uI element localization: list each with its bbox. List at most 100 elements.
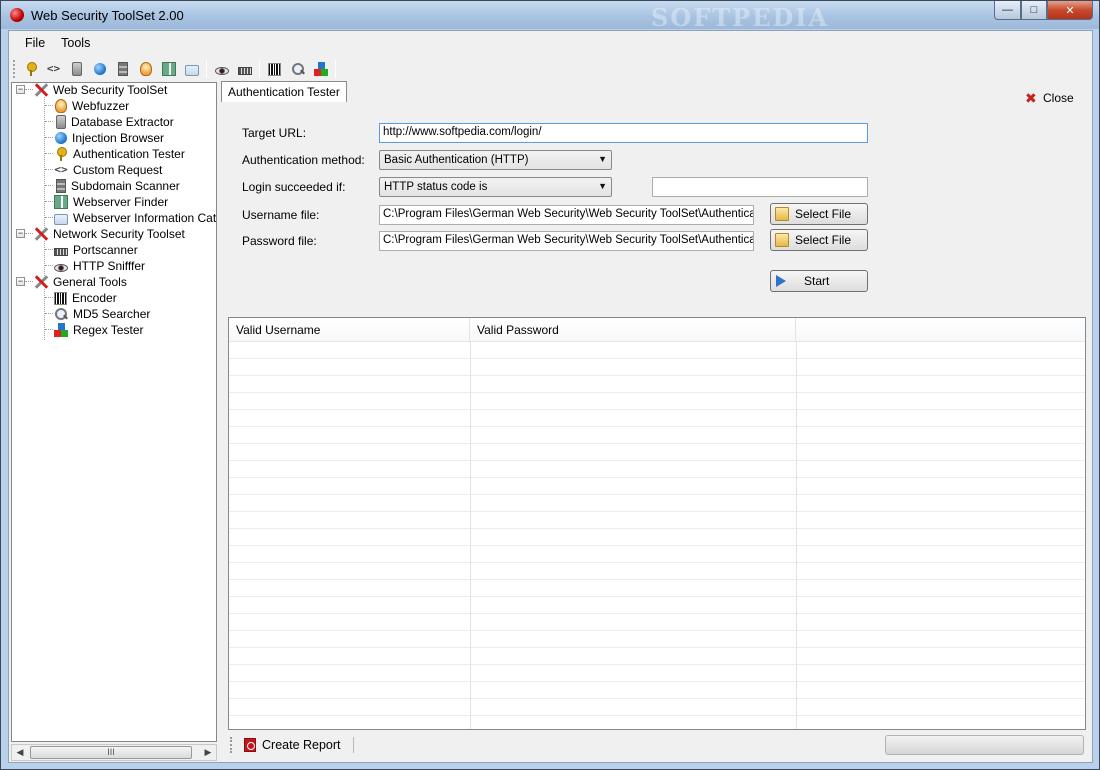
ports-icon xyxy=(54,247,68,256)
tree-item-label: Encoder xyxy=(72,291,117,305)
tree-group-network-security[interactable]: Network Security Toolset xyxy=(34,226,185,242)
scroll-right-arrow-icon[interactable]: ▶ xyxy=(200,745,216,760)
toolbar: <> xyxy=(13,57,339,81)
tree-item-regex-tester[interactable]: Regex Tester xyxy=(54,322,143,338)
tree-item-webfuzzer[interactable]: Webfuzzer xyxy=(54,98,129,114)
blocks-icon xyxy=(313,62,328,76)
tree-item-md5-searcher[interactable]: MD5 Searcher xyxy=(54,306,150,322)
window-title: Web Security ToolSet 2.00 xyxy=(31,8,184,23)
tree-item-label: Webserver Finder xyxy=(73,195,169,209)
username-file-label: Username file: xyxy=(242,208,320,222)
column-header-valid-password[interactable]: Valid Password xyxy=(470,318,796,342)
toolbar-subdomain-scanner[interactable] xyxy=(111,58,134,80)
tree-connector xyxy=(45,217,53,218)
auth-method-select[interactable]: Basic Authentication (HTTP) ▼ xyxy=(379,150,612,170)
toolbar-webfuzzer[interactable] xyxy=(134,58,157,80)
tree-group-web-security[interactable]: Web Security ToolSet xyxy=(34,83,168,98)
server-icon xyxy=(56,179,66,193)
results-grid[interactable]: Valid Username Valid Password xyxy=(228,317,1086,730)
column-divider xyxy=(470,342,471,729)
close-window-button[interactable]: ✕ xyxy=(1047,1,1093,20)
tab-authentication-tester[interactable]: Authentication Tester xyxy=(221,81,347,102)
password-file-input[interactable]: C:\Program Files\German Web Security\Web… xyxy=(379,231,754,251)
tree-item-webserver-finder[interactable]: Webserver Finder xyxy=(54,194,168,210)
toolbar-portscanner[interactable] xyxy=(233,58,256,80)
create-report-button[interactable]: Create Report xyxy=(242,735,343,755)
column-header-empty[interactable] xyxy=(796,318,1085,342)
login-succeeded-value: HTTP status code is xyxy=(384,181,488,193)
tree-connector xyxy=(44,97,45,228)
tree-item-label: Webfuzzer xyxy=(72,99,130,113)
toolbar-webserver-finder[interactable] xyxy=(157,58,180,80)
close-label: Close xyxy=(1043,91,1074,105)
login-succeeded-label: Login succeeded if: xyxy=(242,180,346,194)
username-file-input[interactable]: C:\Program Files\German Web Security\Web… xyxy=(379,205,754,225)
minimize-button[interactable]: — xyxy=(994,1,1021,20)
tree-item-http-sniffer[interactable]: HTTP Snifffer xyxy=(54,258,145,274)
eye-icon xyxy=(214,66,229,75)
tree-collapse-toggle[interactable]: − xyxy=(16,277,25,286)
toolbar-encoder[interactable] xyxy=(263,58,286,80)
toolbar-grip[interactable] xyxy=(13,60,17,78)
tree-group-label: General Tools xyxy=(53,275,127,289)
tree-connector xyxy=(45,185,53,186)
play-icon xyxy=(776,275,786,287)
tree-item-label: Portscanner xyxy=(73,243,138,257)
select-password-file-button[interactable]: Select File xyxy=(770,229,868,251)
bulb-icon xyxy=(139,62,152,76)
tree-collapse-toggle[interactable]: − xyxy=(16,229,25,238)
client-area: File Tools <> − Web Security ToolSet Web… xyxy=(8,30,1093,763)
tree-collapse-toggle[interactable]: − xyxy=(16,85,25,94)
toolbar-regex-tester[interactable] xyxy=(309,58,332,80)
select-username-file-button[interactable]: Select File xyxy=(770,203,868,225)
toolbar-injection-browser[interactable] xyxy=(88,58,111,80)
close-icon: ✖ xyxy=(1025,90,1037,106)
tree-horizontal-scrollbar[interactable]: ◀ III ▶ xyxy=(11,744,217,761)
menu-file[interactable]: File xyxy=(17,36,53,50)
start-button[interactable]: Start xyxy=(770,270,868,292)
status-code-input[interactable] xyxy=(652,177,868,197)
tree-item-webserver-info-catcher[interactable]: Webserver Information Catcher xyxy=(54,210,217,226)
folder-icon xyxy=(775,233,789,247)
toolbar-http-sniffer[interactable] xyxy=(210,58,233,80)
login-succeeded-select[interactable]: HTTP status code is ▼ xyxy=(379,177,612,197)
tree-item-database-extractor[interactable]: Database Extractor xyxy=(54,114,174,130)
tree-connector xyxy=(44,241,45,276)
tree-item-label: Database Extractor xyxy=(71,115,174,129)
title-bar[interactable]: Web Security ToolSet 2.00 SOFTPEDIA — □ … xyxy=(1,1,1099,32)
toolbar-custom-request[interactable]: <> xyxy=(42,58,65,80)
tree-connector xyxy=(45,313,53,314)
auth-method-value: Basic Authentication (HTTP) xyxy=(384,154,529,166)
tree-item-label: Subdomain Scanner xyxy=(71,179,180,193)
toolbar-webserver-info[interactable] xyxy=(180,58,203,80)
tree-item-portscanner[interactable]: Portscanner xyxy=(54,242,138,258)
maximize-button[interactable]: □ xyxy=(1021,1,1047,20)
tree-connector xyxy=(25,89,33,90)
column-header-valid-username[interactable]: Valid Username xyxy=(229,318,470,342)
tool-tree[interactable]: − Web Security ToolSet Webfuzzer Databas… xyxy=(11,82,217,742)
tree-connector xyxy=(45,249,53,250)
toolbar-md5-searcher[interactable] xyxy=(286,58,309,80)
tree-connector xyxy=(45,121,53,122)
tree-item-custom-request[interactable]: <> Custom Request xyxy=(54,162,162,178)
tree-item-encoder[interactable]: Encoder xyxy=(54,290,117,306)
toolbar-authentication-tester[interactable] xyxy=(19,58,42,80)
tree-item-subdomain-scanner[interactable]: Subdomain Scanner xyxy=(54,178,180,194)
server-icon xyxy=(117,62,128,76)
tree-group-general-tools[interactable]: General Tools xyxy=(34,274,127,290)
tree-connector xyxy=(45,297,53,298)
scroll-thumb[interactable]: III xyxy=(30,746,192,759)
globe-icon xyxy=(55,132,67,144)
scroll-left-arrow-icon[interactable]: ◀ xyxy=(12,745,28,760)
tree-item-authentication-tester[interactable]: Authentication Tester xyxy=(54,146,185,162)
toolbar-separator xyxy=(206,60,207,78)
menu-tools[interactable]: Tools xyxy=(53,36,98,50)
close-tab-button[interactable]: ✖ Close xyxy=(1025,91,1074,105)
folder-icon xyxy=(775,207,789,221)
tree-item-injection-browser[interactable]: Injection Browser xyxy=(54,130,164,146)
toolbar-database-extractor[interactable] xyxy=(65,58,88,80)
tree-item-label: Webserver Information Catcher xyxy=(73,211,217,225)
target-url-input[interactable]: http://www.softpedia.com/login/ xyxy=(379,123,868,143)
tree-group-label: Web Security ToolSet xyxy=(53,83,168,97)
dropdown-arrow-icon: ▼ xyxy=(598,181,607,191)
